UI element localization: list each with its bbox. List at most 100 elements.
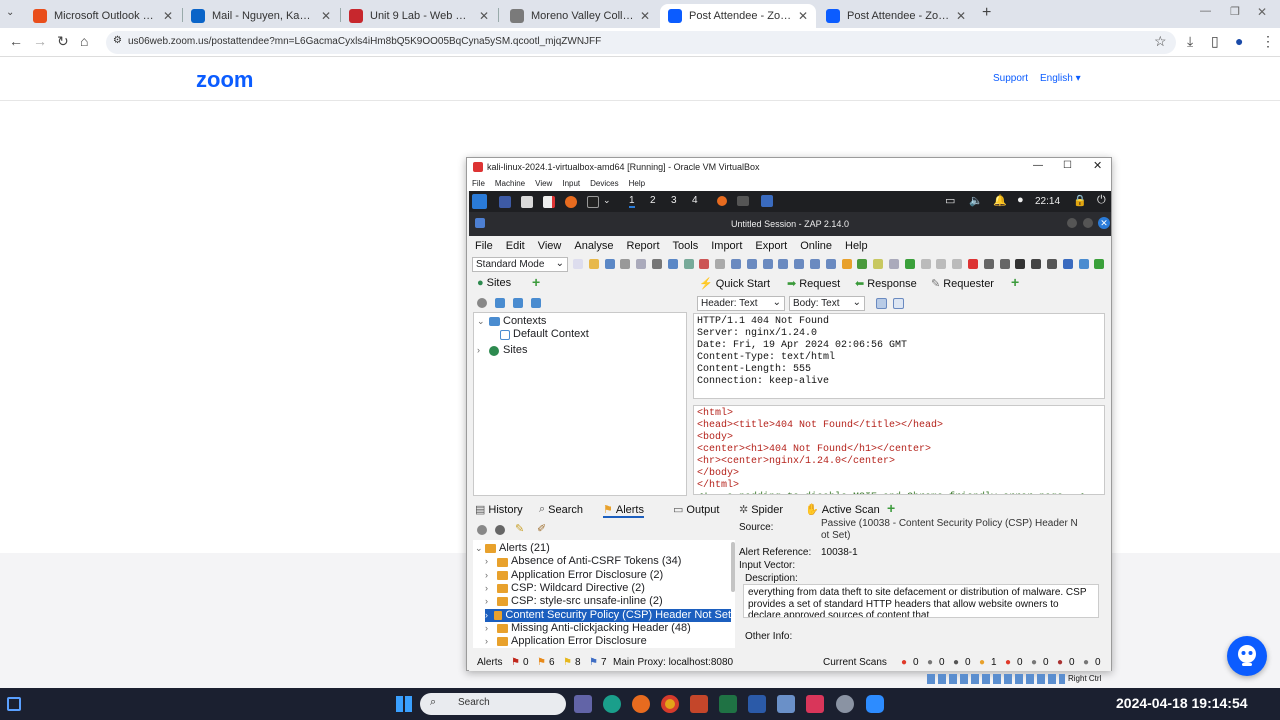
zap-minimize-button[interactable] xyxy=(1067,218,1077,228)
alert-item[interactable]: › CSP: Wildcard Directive (2) xyxy=(485,582,645,595)
vbox-menu-item[interactable]: Help xyxy=(629,179,645,191)
toolbar-button-icon[interactable] xyxy=(841,259,852,269)
taskbar-clock[interactable]: 2024-04-18 19:14:54 xyxy=(1116,695,1248,711)
text-editor-icon[interactable] xyxy=(543,196,555,208)
alert-item[interactable]: › Absence of Anti-CSRF Tokens (34) xyxy=(485,555,681,569)
tree-contexts[interactable]: ⌄ Contexts xyxy=(477,315,546,328)
toolbar-button-icon[interactable] xyxy=(683,259,694,269)
zap-menu-item[interactable]: Import xyxy=(711,240,742,254)
expand-arrow-icon[interactable]: › xyxy=(485,595,497,608)
toolbar-button-icon[interactable] xyxy=(936,259,947,269)
collapse-arrow-icon[interactable]: ⌄ xyxy=(477,315,489,328)
tab-sites[interactable]: ● Sites xyxy=(477,277,511,289)
alerts-scrollbar[interactable] xyxy=(731,542,735,592)
toolbar-button-icon[interactable] xyxy=(778,259,789,269)
toolbar-button-icon[interactable] xyxy=(762,259,773,269)
browser-tab[interactable]: Moreno Valley College | Advan ✕ xyxy=(502,4,658,28)
vbox-menu-item[interactable]: File xyxy=(472,179,485,191)
tree-default-context[interactable]: Default Context xyxy=(500,328,589,341)
workspace-button[interactable]: 4 xyxy=(692,195,698,206)
zap-menu-item[interactable]: Export xyxy=(755,240,787,254)
address-bar[interactable]: ⚙ us06web.zoom.us/postattendee?mn=L6Gacm… xyxy=(106,31,1176,54)
download-icon[interactable]: ⤓ xyxy=(1187,33,1193,50)
browser-tab[interactable]: Microsoft Outlook (formerly H ✕ xyxy=(25,4,181,28)
tab-close-icon[interactable]: ✕ xyxy=(798,9,808,23)
toolbar-button-icon[interactable] xyxy=(746,259,757,269)
alerts-root[interactable]: ⌄ Alerts (21) xyxy=(475,542,550,555)
expand-arrow-icon[interactable]: › xyxy=(477,344,489,357)
desktop-icon[interactable] xyxy=(499,196,511,208)
workspace-button[interactable]: 2 xyxy=(650,195,656,206)
settings-gear-icon[interactable] xyxy=(836,695,854,713)
expand-arrow-icon[interactable]: › xyxy=(485,582,497,595)
vbox-menu-item[interactable]: Machine xyxy=(495,179,525,191)
browser-tab[interactable]: Unit 9 Lab - Web Server and V ✕ xyxy=(341,4,497,28)
tree-sites[interactable]: › Sites xyxy=(477,344,527,357)
toolbar-button-icon[interactable] xyxy=(573,259,583,269)
expand-arrow-icon[interactable]: › xyxy=(485,555,497,568)
home-icon[interactable]: ⌂ xyxy=(80,33,88,49)
new-tab-button[interactable]: + xyxy=(982,4,991,22)
response-body-pane[interactable]: <html> <head><title>404 Not Found</title>… xyxy=(693,405,1105,495)
bottom-tab[interactable]: ⚑ Alerts xyxy=(603,503,644,518)
zap-menu-item[interactable]: View xyxy=(538,240,562,254)
file-manager-icon[interactable] xyxy=(521,196,533,208)
toolbar-button-icon[interactable] xyxy=(999,259,1010,269)
notifications-icon[interactable]: 🔔 xyxy=(993,194,1007,207)
toolbar-button-icon[interactable] xyxy=(620,259,631,269)
alert-item[interactable]: › Missing Anti-clickjacking Header (48) xyxy=(485,622,691,635)
zap-menu-item[interactable]: Report xyxy=(627,240,660,254)
bottom-tab[interactable]: ▤ History xyxy=(475,503,523,517)
expand-arrow-icon[interactable]: › xyxy=(485,635,497,648)
powerpoint-icon[interactable] xyxy=(690,695,708,713)
mode-select[interactable]: Standard Mode ⌄ xyxy=(472,257,568,272)
expand-arrow-icon[interactable]: › xyxy=(485,609,494,622)
vbox-menu-item[interactable]: Devices xyxy=(590,179,618,191)
split-view-icon[interactable] xyxy=(876,298,887,309)
alert-item[interactable]: › CSP: style-src unsafe-inline (2) xyxy=(485,595,663,608)
new-context-icon[interactable] xyxy=(495,298,505,308)
firefox-icon[interactable] xyxy=(632,695,650,713)
scope-icon[interactable] xyxy=(495,525,505,535)
add-bottom-tab-icon[interactable]: + xyxy=(887,500,895,516)
teams-icon[interactable] xyxy=(574,695,592,713)
toolbar-button-icon[interactable] xyxy=(636,259,647,269)
tab-close-icon[interactable]: ✕ xyxy=(640,9,650,23)
header-format-select[interactable]: Header: Text ⌄ xyxy=(697,296,785,311)
tag-alert-icon[interactable]: ✐ xyxy=(537,522,546,535)
word-icon[interactable] xyxy=(748,695,766,713)
toolbar-button-icon[interactable] xyxy=(968,259,978,269)
target-icon[interactable] xyxy=(477,298,487,308)
close-window-button[interactable]: ✕ xyxy=(1257,5,1267,19)
zap-close-button[interactable]: ✕ xyxy=(1098,217,1110,229)
export-context-icon[interactable] xyxy=(531,298,541,308)
support-link[interactable]: Support xyxy=(993,73,1028,84)
tab-close-icon[interactable]: ✕ xyxy=(321,9,331,23)
bottom-tab[interactable]: ✋ Active Scan xyxy=(805,503,880,517)
terminal-icon[interactable] xyxy=(587,196,599,208)
tab-close-icon[interactable]: ✕ xyxy=(163,9,173,23)
zap-task-icon[interactable] xyxy=(761,195,773,207)
body-format-select[interactable]: Body: Text ⌄ xyxy=(789,296,865,311)
sidebar-icon[interactable]: ▯ xyxy=(1211,33,1219,50)
filter-icon[interactable] xyxy=(477,525,487,535)
excel-icon[interactable] xyxy=(719,695,737,713)
bottom-tab[interactable]: ⌕ Search xyxy=(539,503,583,516)
alert-item[interactable]: › Application Error Disclosure (2) xyxy=(485,569,663,582)
vbox-menu-item[interactable]: Input xyxy=(562,179,580,191)
browser-tab[interactable]: Post Attendee - Zoom ✕ xyxy=(660,4,816,28)
toolbar-button-icon[interactable] xyxy=(1094,259,1105,269)
top-tab[interactable]: ✎ Requester xyxy=(931,277,994,291)
edge-icon[interactable] xyxy=(603,695,621,713)
kali-menu-icon[interactable] xyxy=(472,194,487,209)
zap-menu-item[interactable]: Analyse xyxy=(574,240,613,254)
workspace-button[interactable]: 1 xyxy=(629,195,635,208)
top-tab[interactable]: ➡ Request xyxy=(787,277,840,291)
toolbar-button-icon[interactable] xyxy=(731,259,741,269)
firefox-task-icon[interactable] xyxy=(717,196,727,206)
tab-search-dropdown-icon[interactable]: ⌄ xyxy=(6,7,14,18)
browser-menu-icon[interactable]: ⋮ xyxy=(1261,33,1275,50)
workspace-button[interactable]: 3 xyxy=(671,195,677,206)
expand-arrow-icon[interactable]: › xyxy=(485,622,497,635)
firefox-icon[interactable] xyxy=(565,196,577,208)
